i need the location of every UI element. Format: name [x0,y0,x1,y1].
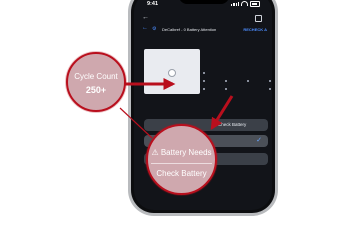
dot [225,88,227,90]
callout-divider [151,163,212,164]
status-icons [231,1,260,7]
dot [203,80,205,82]
card-label: Check Battery [218,122,247,127]
notch [179,0,229,4]
dot [225,80,227,82]
dot [247,80,249,82]
dot [203,72,205,74]
callout-check-text: Check Battery [156,169,207,178]
dot [269,88,271,90]
battery-warning-callout: ⚠ Battery Needs Check Battery [146,124,217,195]
dot [269,80,271,82]
pattern-node[interactable] [168,69,176,77]
dot-grid [203,69,272,95]
check-icon: ✓ [256,137,262,144]
page-title: DeCalbref - 0 Battery Attention [162,27,217,32]
wifi-icon [241,1,248,7]
nav-back-icon[interactable]: ← [142,25,148,31]
callout-cycle-label: Cycle Count [74,72,118,81]
dot [203,88,205,90]
recheck-button[interactable]: RECHECK A [243,27,267,32]
battery-icon [250,1,260,7]
pattern-pad[interactable] [144,49,200,94]
menu-icon[interactable] [255,15,262,22]
signal-icon [231,1,239,6]
browser-toolbar: ← [134,14,272,23]
callout-cycle-value: 250+ [85,85,107,95]
callout-warning-text: ⚠ Battery Needs [151,148,212,157]
gear-icon[interactable]: ⚙ [152,26,156,32]
status-time: 9:41 [147,1,159,7]
cycle-count-callout: Cycle Count 250+ [66,52,126,112]
back-arrow-icon[interactable]: ← [142,14,149,21]
app-navbar: ← ⚙ DeCalbref - 0 Battery Attention RECH… [134,25,272,35]
